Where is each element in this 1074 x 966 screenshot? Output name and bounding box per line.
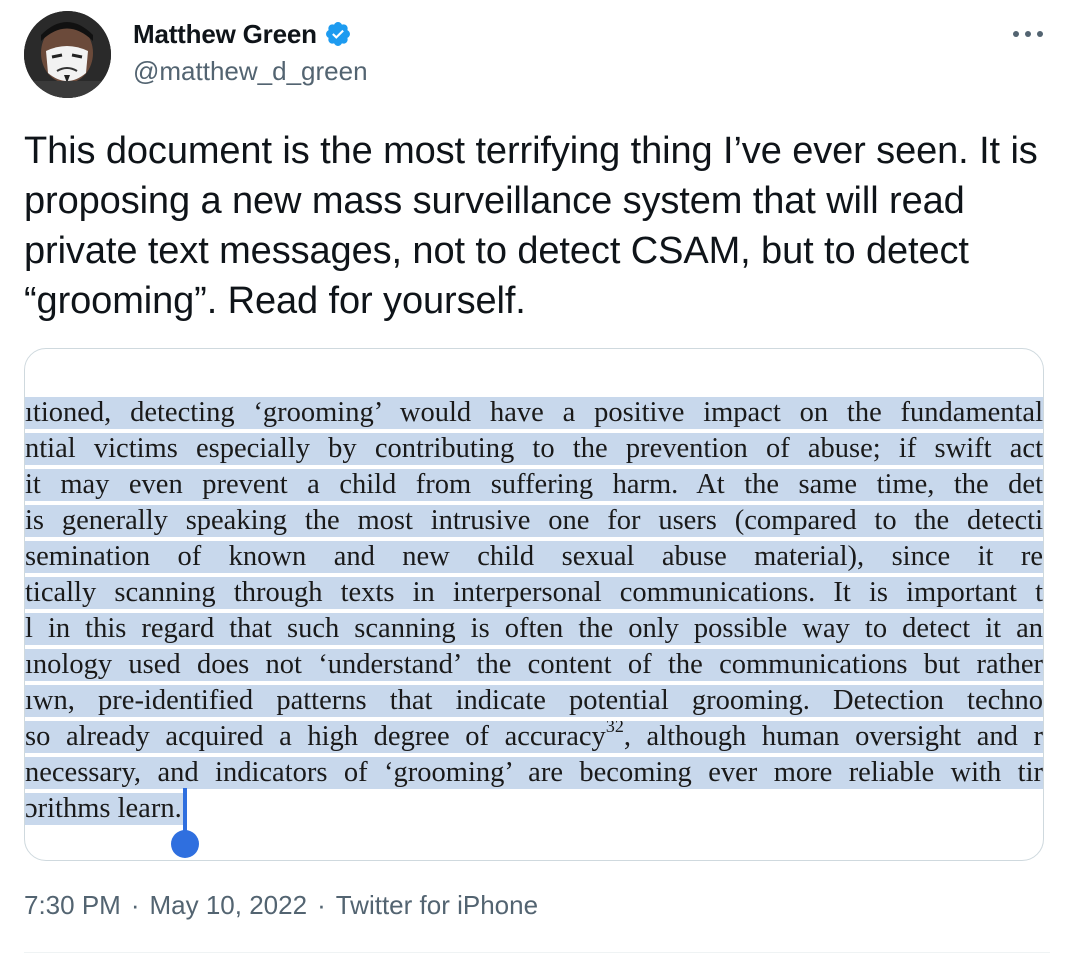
document-line: so already acquired a high degree of acc… bbox=[25, 721, 1043, 753]
document-line-suffix: , although human oversight and r bbox=[623, 721, 1043, 752]
text-selection-cursor bbox=[182, 788, 187, 834]
document-line: is generally speaking the most intrusive… bbox=[25, 505, 1043, 537]
tweet-source[interactable]: Twitter for iPhone bbox=[336, 890, 538, 921]
document-line: l in this regard that such scanning is o… bbox=[25, 613, 1043, 645]
footnote-marker: 32 bbox=[605, 721, 624, 736]
document-line: semination of known and new child sexual… bbox=[25, 541, 1043, 573]
author-name-row: Matthew Green bbox=[133, 16, 368, 52]
tweet-time[interactable]: 7:30 PM bbox=[24, 890, 121, 921]
meta-separator: · bbox=[317, 890, 326, 920]
document-line: ıtioned, detecting ‘grooming’ would have… bbox=[25, 397, 1043, 429]
tweet-author: Matthew Green @matthew_d_green bbox=[133, 16, 368, 87]
avatar[interactable] bbox=[24, 11, 111, 98]
divider bbox=[24, 952, 1050, 953]
tweet-media-image[interactable]: ıtioned, detecting ‘grooming’ would have… bbox=[24, 348, 1044, 861]
document-line: it may even prevent a child from sufferi… bbox=[25, 469, 1043, 501]
author-display-name[interactable]: Matthew Green bbox=[133, 19, 317, 50]
document-line: ıwn, pre-identified patterns that indica… bbox=[25, 685, 1043, 717]
tweet-date[interactable]: May 10, 2022 bbox=[150, 890, 308, 921]
document-excerpt: ıtioned, detecting ‘grooming’ would have… bbox=[25, 397, 1043, 837]
document-line: ɔrithms learn. bbox=[25, 793, 184, 825]
tweet-meta: 7:30 PM · May 10, 2022 · Twitter for iPh… bbox=[24, 890, 538, 921]
author-handle[interactable]: @matthew_d_green bbox=[133, 56, 368, 87]
document-line: tically scanning through texts in interp… bbox=[25, 577, 1043, 609]
meta-separator: · bbox=[130, 890, 140, 920]
document-line: ınology used does not ‘understand’ the c… bbox=[25, 649, 1043, 681]
tweet-text: This document is the most terrifying thi… bbox=[24, 130, 1038, 322]
more-options-button[interactable] bbox=[1010, 22, 1046, 46]
more-horizontal-icon bbox=[1013, 31, 1043, 37]
text-selection-handle bbox=[170, 830, 199, 858]
document-line: ntial victims especially by contributing… bbox=[25, 433, 1043, 465]
document-line: necessary, and indicators of ‘grooming’ … bbox=[25, 757, 1043, 789]
avatar-image bbox=[24, 11, 111, 98]
verified-badge-icon bbox=[324, 20, 352, 48]
